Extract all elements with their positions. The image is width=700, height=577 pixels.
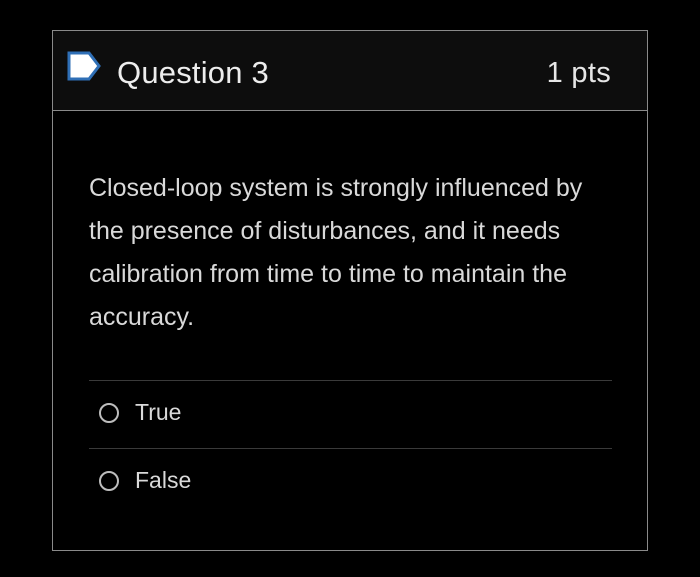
question-header: Question 3 1 pts	[53, 31, 647, 111]
answer-option-false[interactable]: False	[89, 448, 612, 516]
question-points: 1 pts	[546, 57, 611, 89]
question-card: Question 3 1 pts Closed-loop system is s…	[52, 30, 648, 551]
radio-button-true[interactable]	[99, 403, 119, 423]
question-title: Question 3	[117, 55, 269, 90]
answer-label-false: False	[135, 467, 192, 493]
answer-option-true[interactable]: True	[89, 380, 612, 448]
radio-button-false[interactable]	[99, 471, 119, 491]
answer-label-true: True	[135, 399, 182, 425]
question-text: Closed-loop system is strongly influence…	[89, 174, 583, 331]
bookmark-flag-icon[interactable]	[67, 51, 101, 81]
